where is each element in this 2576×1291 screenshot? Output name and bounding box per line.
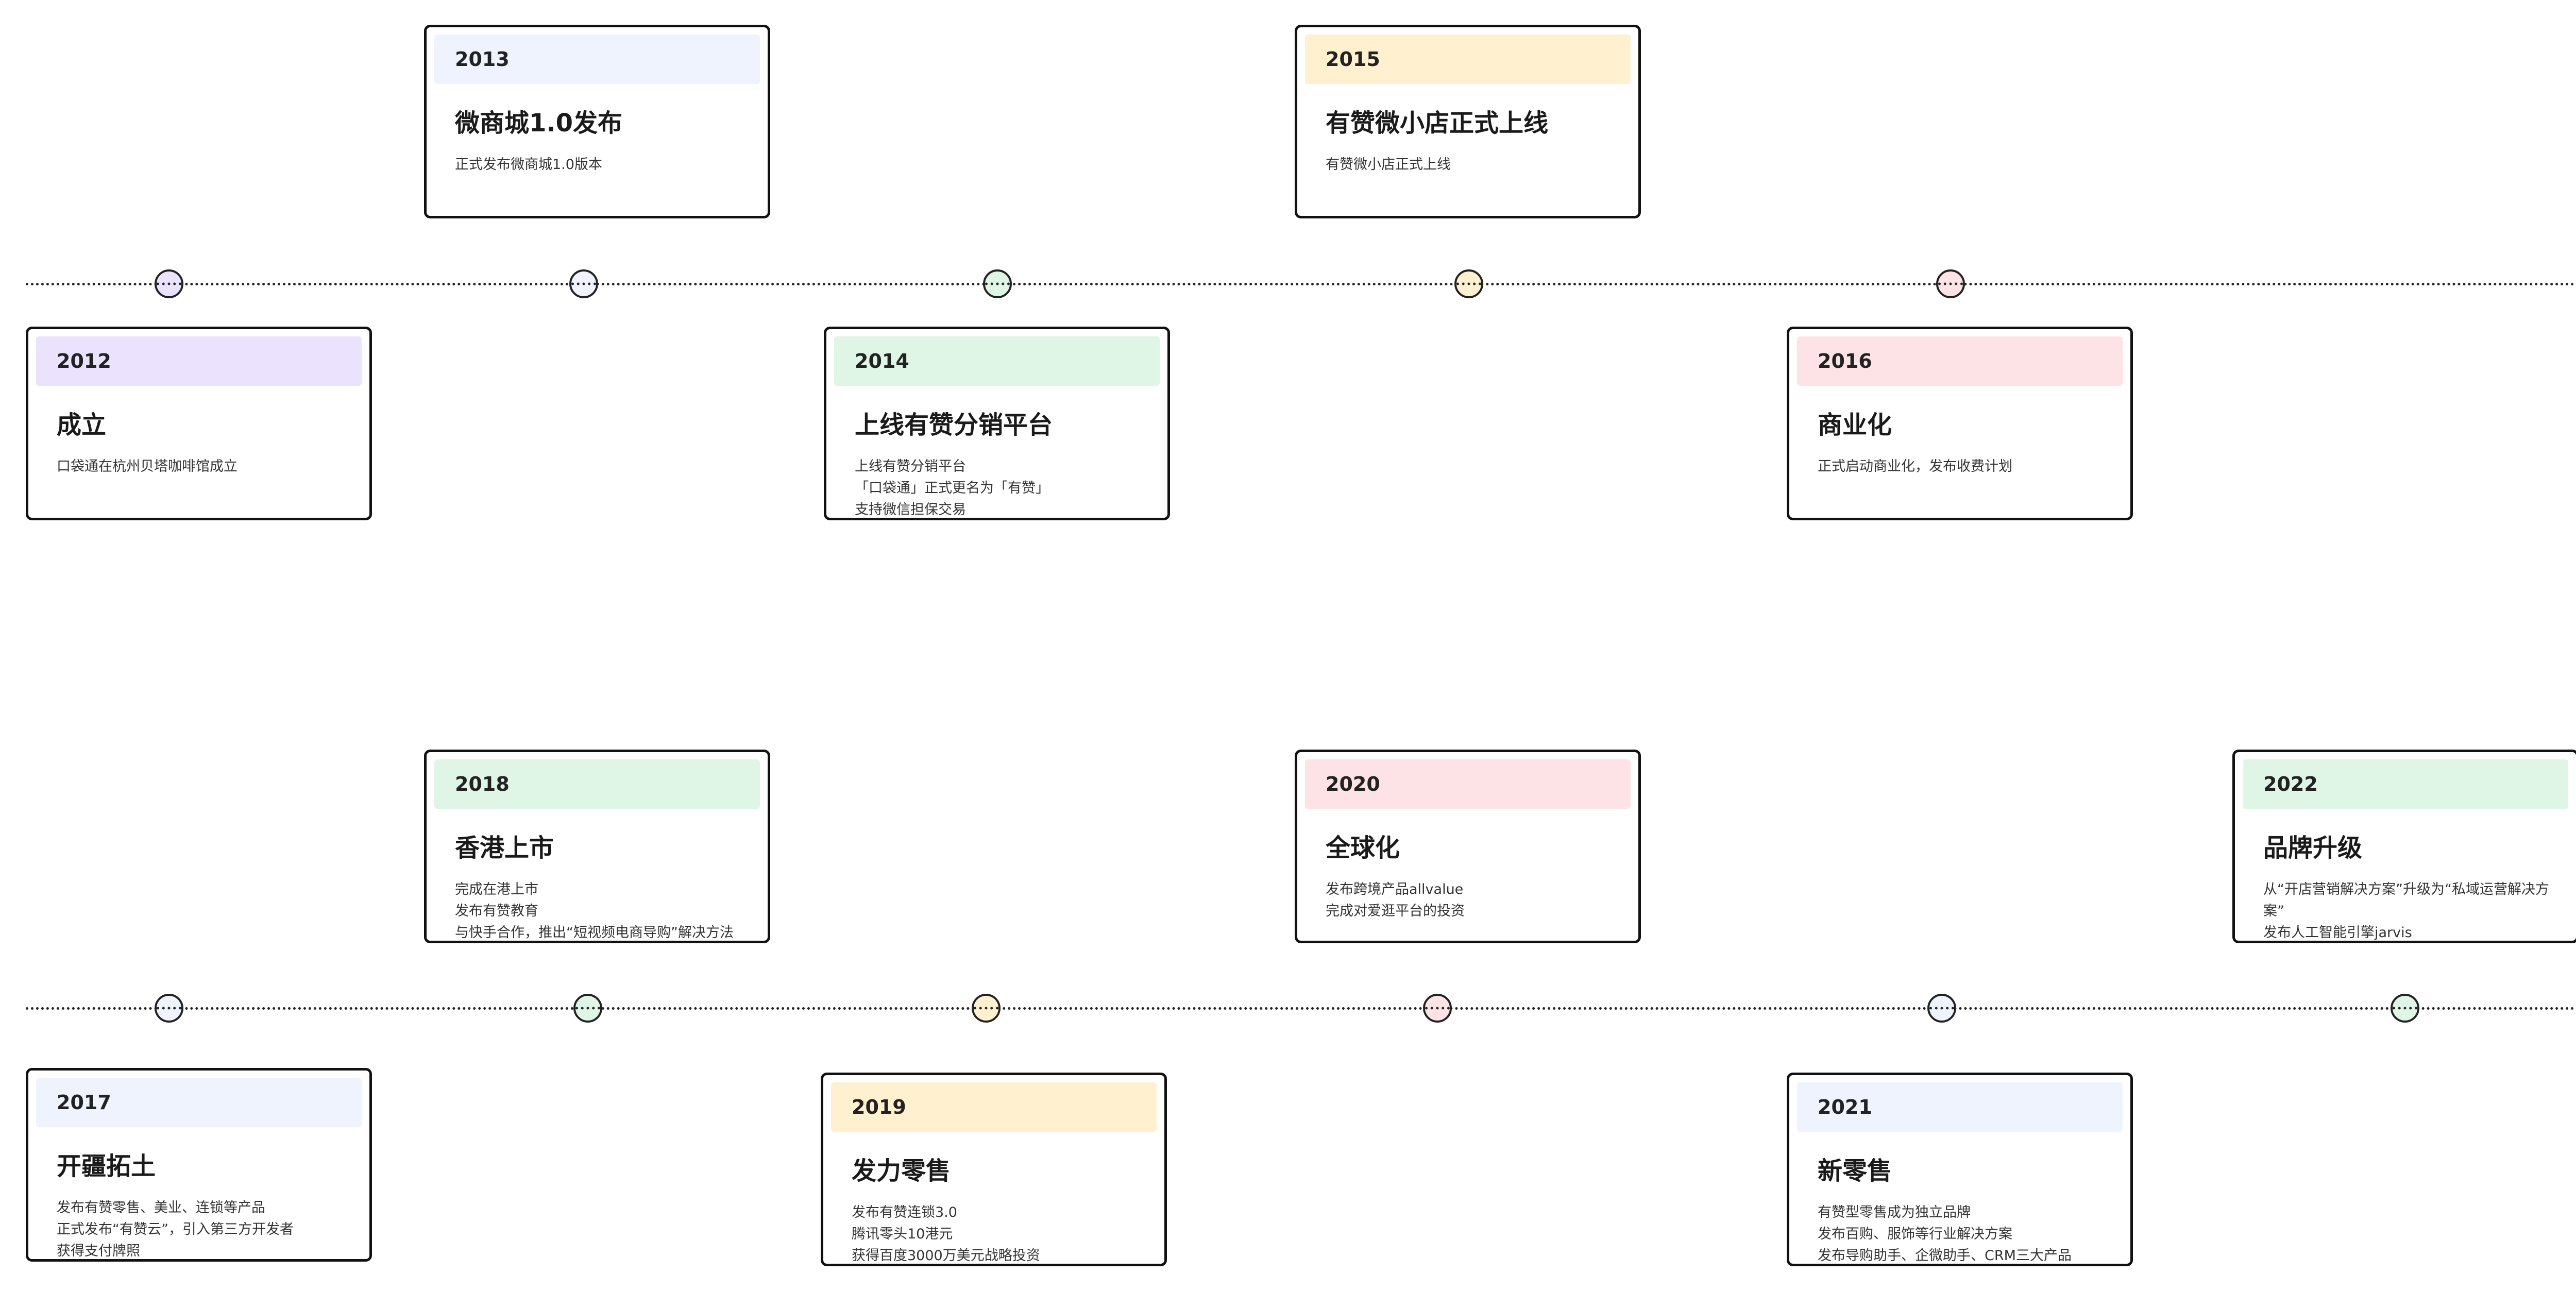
card-description-line: 发布有赞连锁3.0 xyxy=(852,1204,957,1220)
card-description: 发布跨境产品allvalue 完成对爱逛平台的投资 xyxy=(1326,879,1628,922)
timeline-card-2012: 2012 成立口袋通在杭州贝塔咖啡馆成立 xyxy=(26,327,372,520)
card-year-badge: 2016 xyxy=(1797,336,2123,386)
card-description-line: 有赞型零售成为独立品牌 xyxy=(1818,1204,1971,1220)
card-description: 有赞微小店正式上线 xyxy=(1326,154,1628,176)
card-title: 商业化 xyxy=(1818,411,1892,439)
card-description-line: 发布有赞零售、美业、连锁等产品 xyxy=(57,1200,265,1216)
card-description-line: 发布有赞教育 xyxy=(455,903,538,919)
timeline-card-2013: 2013 微商城1.0发布正式发布微商城1.0版本 xyxy=(424,25,770,218)
card-description-line: 获得百度3000万美元战略投资 xyxy=(852,1248,1040,1264)
card-year-badge: 2019 xyxy=(831,1082,1157,1132)
card-description-line: 发布百购、服饰等行业解决方案 xyxy=(1818,1226,2012,1242)
timeline-dot-2012 xyxy=(155,269,183,298)
card-year-badge: 2017 xyxy=(36,1078,362,1127)
card-year-badge: 2015 xyxy=(1305,35,1631,84)
card-description: 正式启动商业化，发布收费计划 xyxy=(1818,456,2120,478)
card-year-badge: 2021 xyxy=(1797,1082,2123,1132)
card-description-line: 口袋通在杭州贝塔咖啡馆成立 xyxy=(57,458,238,474)
timeline-axis-top xyxy=(26,283,2576,285)
card-description: 口袋通在杭州贝塔咖啡馆成立 xyxy=(57,456,359,478)
card-description-line: 发布跨境产品allvalue xyxy=(1326,881,1464,897)
card-description-line: 完成在港上市 xyxy=(455,881,538,897)
card-title: 有赞微小店正式上线 xyxy=(1326,109,1549,138)
card-description: 从“开店营销解决方案”升级为“私域运营解决方案” 发布人工智能引擎jarvis xyxy=(2263,879,2566,941)
timeline-card-2022: 2022 品牌升级从“开店营销解决方案”升级为“私域运营解决方案” 发布人工智能引擎… xyxy=(2232,750,2576,943)
card-description: 完成在港上市 发布有赞教育与快手合作，推出“短视频电商导购”解决方法 xyxy=(455,879,757,941)
timeline-card-2018: 2018 香港上市完成在港上市 发布有赞教育与快手合作，推出“短视频电商导购”解决方… xyxy=(424,750,770,943)
timeline-dot-2014 xyxy=(983,269,1012,298)
timeline-dot-2013 xyxy=(569,269,598,298)
card-description: 上线有赞分销平台「口袋通」正式更名为「有赞」 支持微信担保交易 xyxy=(855,456,1157,518)
timeline-dot-2017 xyxy=(155,994,183,1023)
timeline-dot-2019 xyxy=(972,994,1001,1023)
card-title: 新零售 xyxy=(1818,1157,1892,1185)
card-description: 发布有赞零售、美业、连锁等产品正式发布“有赞云”，引入第三方开发者 获得支付牌照 xyxy=(57,1197,359,1259)
card-year-badge: 2022 xyxy=(2243,759,2568,809)
card-description-line: 正式发布微商城1.0版本 xyxy=(455,157,602,173)
card-title: 发力零售 xyxy=(852,1157,951,1185)
card-description-line: 腾讯零头10港元 xyxy=(852,1226,953,1242)
card-description-line: 发布导购助手、企微助手、CRM三大产品 xyxy=(1818,1248,2072,1264)
timeline-card-2017: 2017 开疆拓土发布有赞零售、美业、连锁等产品正式发布“有赞云”，引入第三方开发… xyxy=(26,1068,372,1262)
card-description-line: 支持微信担保交易 xyxy=(855,502,966,518)
card-description-line: 从“开店营销解决方案”升级为“私域运营解决方案” xyxy=(2263,881,2549,919)
timeline-dot-2016 xyxy=(1936,269,1965,298)
timeline-card-2020: 2020 全球化发布跨境产品allvalue 完成对爱逛平台的投资 xyxy=(1295,750,1641,943)
card-description-line: 获得支付牌照 xyxy=(57,1243,140,1259)
card-description-line: 正式启动商业化，发布收费计划 xyxy=(1818,458,2012,474)
card-description-line: 有赞微小店正式上线 xyxy=(1326,157,1451,173)
card-year-badge: 2013 xyxy=(434,35,760,84)
card-description: 正式发布微商城1.0版本 xyxy=(455,154,757,176)
timeline-card-2016: 2016 商业化正式启动商业化，发布收费计划 xyxy=(1787,327,2133,520)
timeline-card-2015: 2015 有赞微小店正式上线 有赞微小店正式上线 xyxy=(1295,25,1641,218)
timeline-axis-bottom xyxy=(26,1007,2576,1010)
timeline-card-2021: 2021 新零售有赞型零售成为独立品牌发布百购、服饰等行业解决方案发布导购助手、企… xyxy=(1787,1073,2133,1266)
card-title: 香港上市 xyxy=(455,834,554,862)
card-title: 成立 xyxy=(57,411,107,439)
timeline-dot-2021 xyxy=(1927,994,1956,1023)
card-year-badge: 2018 xyxy=(434,759,760,809)
card-description: 有赞型零售成为独立品牌发布百购、服饰等行业解决方案发布导购助手、企微助手、CRM… xyxy=(1818,1202,2120,1264)
card-title: 微商城1.0发布 xyxy=(455,109,623,138)
card-year-badge: 2012 xyxy=(36,336,362,386)
card-year-badge: 2020 xyxy=(1305,759,1631,809)
card-title: 全球化 xyxy=(1326,834,1400,862)
card-description-line: 「口袋通」正式更名为「有赞」 xyxy=(855,480,1049,496)
card-description-line: 完成对爱逛平台的投资 xyxy=(1326,903,1465,919)
timeline-card-2014: 2014 上线有赞分销平台 上线有赞分销平台 「口袋通」正式更名为「有赞」 支持微信担保… xyxy=(824,327,1170,520)
card-title: 开疆拓土 xyxy=(57,1152,156,1181)
card-year-badge: 2014 xyxy=(834,336,1160,386)
timeline-card-2019: 2019 发力零售发布有赞连锁3.0 腾讯零头10港元获得百度3000万美元战略投资 xyxy=(821,1073,1167,1266)
card-description-line: 发布人工智能引擎jarvis xyxy=(2263,925,2412,941)
timeline-dot-2020 xyxy=(1423,994,1452,1023)
timeline-dot-2022 xyxy=(2391,994,2419,1023)
card-title: 上线有赞分销平台 xyxy=(855,411,1053,439)
timeline-dot-2015 xyxy=(1454,269,1483,298)
card-description-line: 正式发布“有赞云”，引入第三方开发者 xyxy=(57,1221,294,1237)
card-description: 发布有赞连锁3.0 腾讯零头10港元获得百度3000万美元战略投资 xyxy=(852,1202,1154,1264)
card-description-line: 上线有赞分销平台 xyxy=(855,458,966,474)
card-description-line: 与快手合作，推出“短视频电商导购”解决方法 xyxy=(455,925,734,941)
timeline-dot-2018 xyxy=(573,994,602,1023)
card-title: 品牌升级 xyxy=(2263,834,2363,862)
